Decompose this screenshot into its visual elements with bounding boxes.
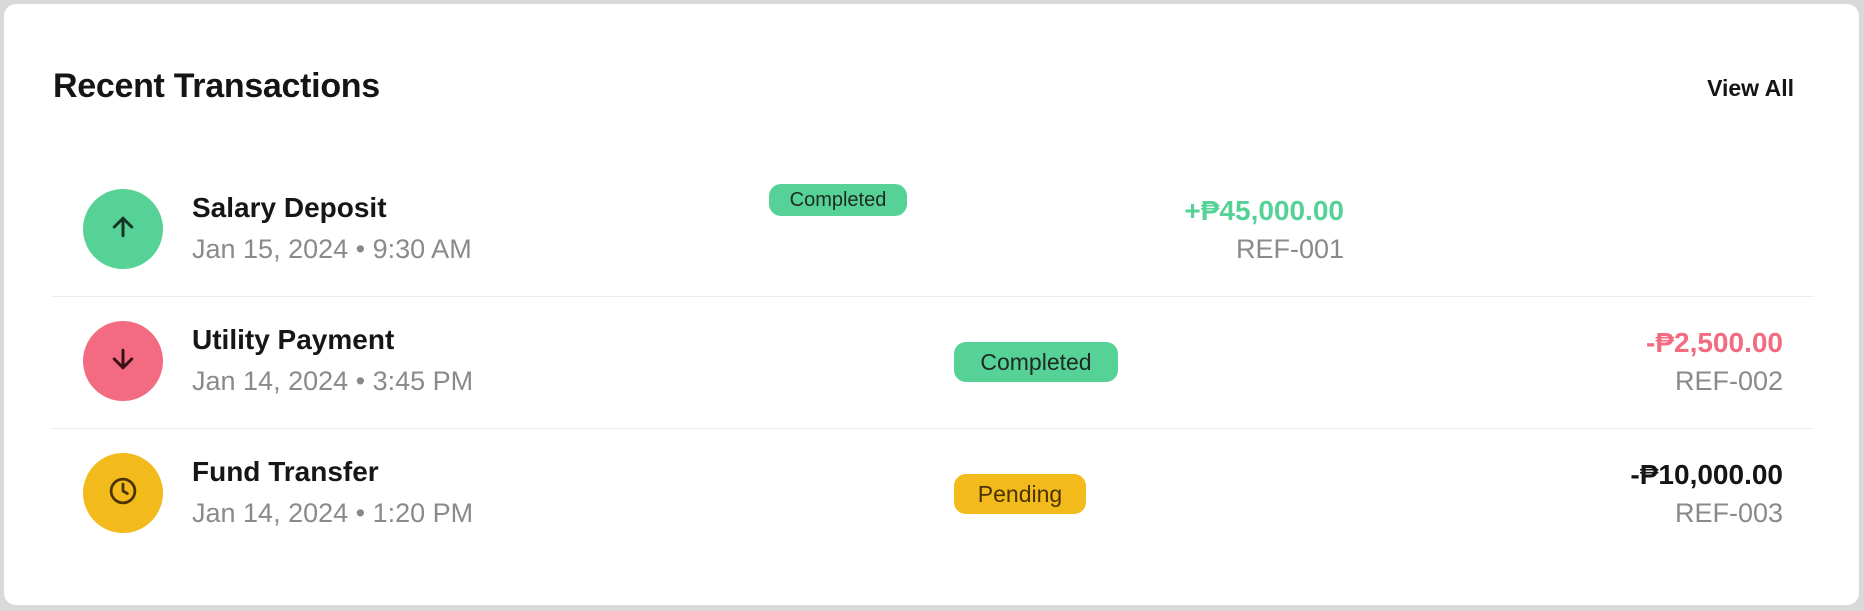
transaction-time: 1:20 PM [372,498,474,528]
status-badge: Completed [954,342,1118,382]
transaction-name: Utility Payment [192,324,395,355]
transaction-icon-badge [83,189,163,269]
transaction-date: Jan 14, 2024 [192,366,349,396]
transaction-time: 9:30 AM [372,234,472,264]
clock-icon [108,476,138,511]
arrow-down-icon [108,344,138,379]
card-title: Recent Transactions [53,67,380,105]
transaction-row[interactable]: Fund Transfer Jan 14, 2024 • 1:20 PM Pen… [52,428,1814,560]
transaction-name: Salary Deposit [192,192,387,223]
transaction-name: Fund Transfer [192,456,379,487]
meta-separator: • [355,366,366,396]
transaction-date: Jan 15, 2024 [192,234,349,264]
transaction-reference: REF-003 [1674,498,1783,528]
transaction-datetime: Jan 15, 2024 • 9:30 AM [192,234,472,265]
transaction-row[interactable]: Utility Payment Jan 14, 2024 • 3:45 PM C… [52,296,1814,429]
transaction-time: 3:45 PM [372,366,474,396]
transaction-reference: REF-002 [1674,366,1783,396]
transaction-icon-badge [83,321,163,401]
transaction-datetime: Jan 14, 2024 • 1:20 PM [192,498,473,529]
transaction-amount: -₱2,500.00 [1646,327,1783,358]
recent-transactions-card: Recent Transactions View All Salary Depo… [4,4,1859,605]
transaction-amount: -₱10,000.00 [1630,459,1783,490]
transaction-datetime: Jan 14, 2024 • 3:45 PM [192,366,473,397]
transaction-amount: +₱45,000.00 [1184,195,1344,226]
arrow-up-icon [108,212,138,247]
meta-separator: • [355,234,366,264]
status-badge: Pending [954,474,1086,514]
transaction-reference: REF-001 [1235,234,1344,264]
meta-separator: • [355,498,366,528]
status-badge: Completed [769,184,907,216]
transaction-icon-badge [83,453,163,533]
view-all-link[interactable]: View All [1707,75,1794,102]
transaction-date: Jan 14, 2024 [192,498,349,528]
transaction-row[interactable]: Salary Deposit Jan 15, 2024 • 9:30 AM Co… [52,164,1814,297]
